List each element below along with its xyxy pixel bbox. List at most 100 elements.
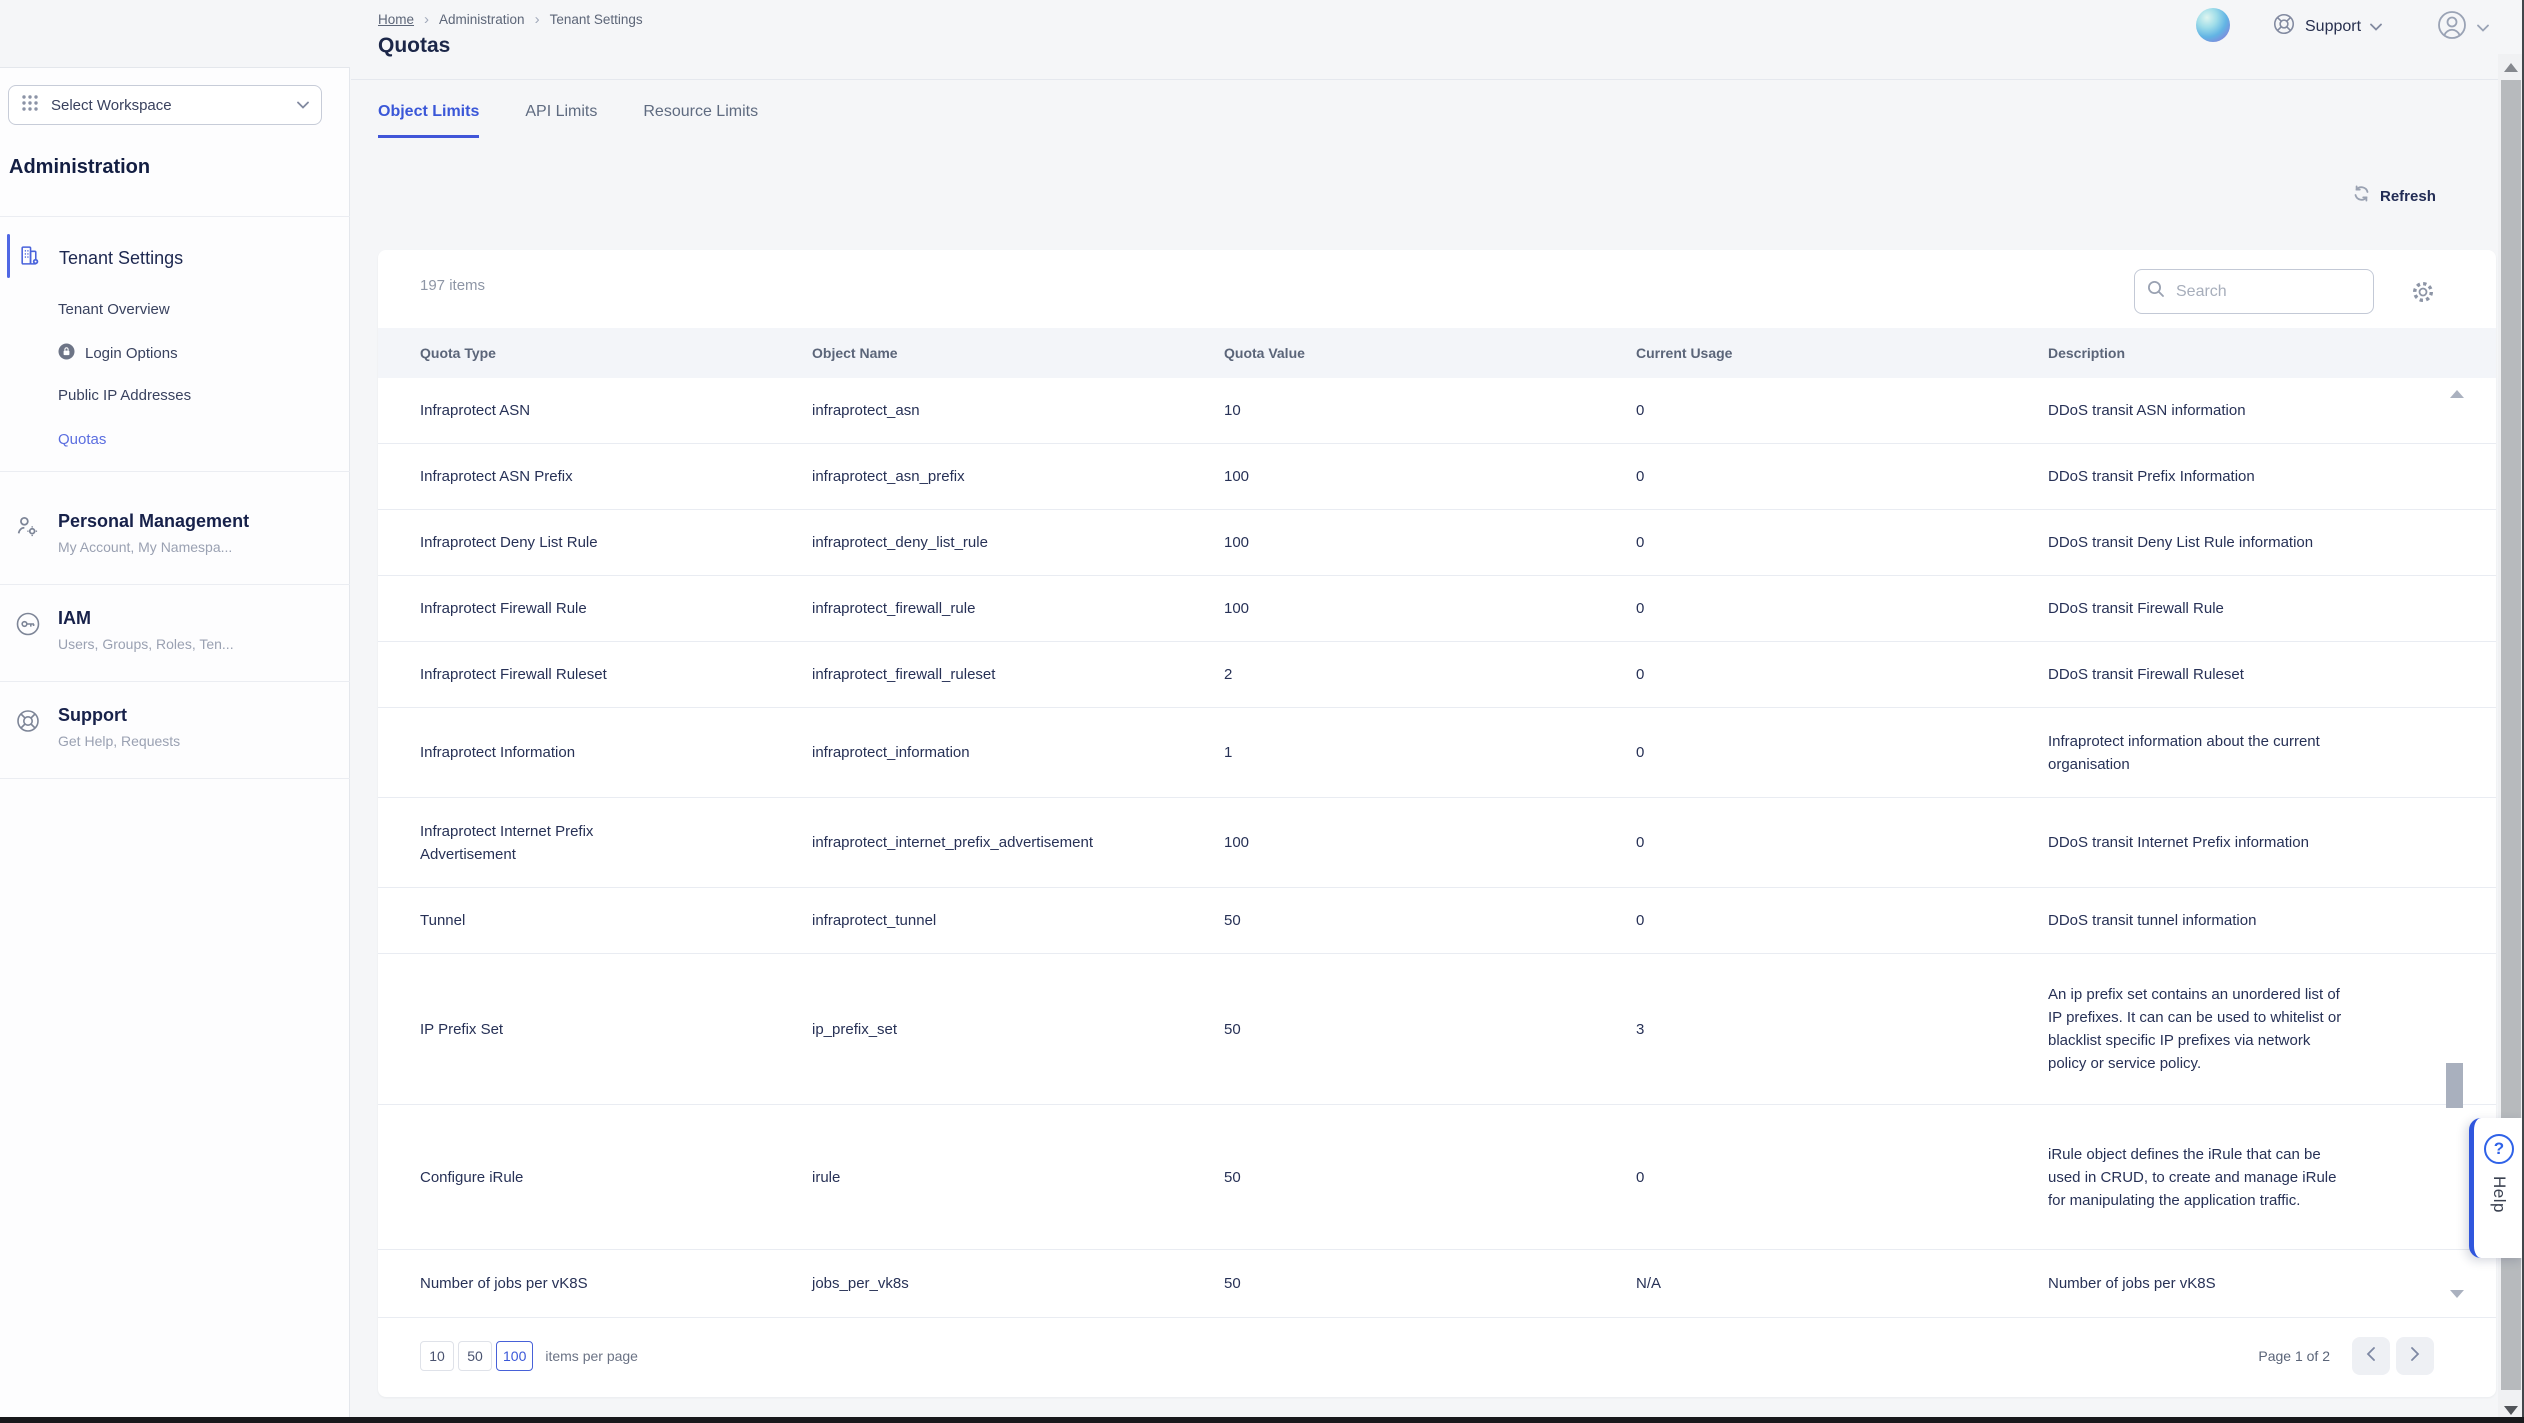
table-row[interactable]: Infraprotect Firewall Ruleset infraprote… <box>378 642 2496 708</box>
scrollbar-up-arrow[interactable] <box>2504 63 2518 72</box>
search-input[interactable] <box>2174 282 2328 302</box>
divider <box>0 778 350 779</box>
table-scrollbar-thumb[interactable] <box>2446 1063 2463 1108</box>
search-box[interactable] <box>2134 269 2374 314</box>
tab-object-limits[interactable]: Object Limits <box>378 103 479 138</box>
breadcrumb-administration: Administration <box>439 12 525 27</box>
breadcrumb: Home › Administration › Tenant Settings <box>378 12 643 27</box>
object-name-cell: irule <box>812 1166 1224 1189</box>
divider <box>0 584 350 585</box>
object-name-cell: infraprotect_deny_list_rule <box>812 531 1224 554</box>
pagination-bar: 10 50 100 items per page Page 1 of 2 <box>378 1336 2496 1376</box>
lifebuoy-icon <box>15 708 41 739</box>
page-size-50-button[interactable]: 50 <box>458 1341 492 1371</box>
divider <box>0 681 350 682</box>
column-header-description[interactable]: Description <box>2048 345 2445 361</box>
column-header-object-name[interactable]: Object Name <box>812 345 1224 361</box>
quota-type-cell: Configure iRule <box>420 1166 812 1189</box>
sidebar: Select Workspace Administration Tenant S… <box>0 67 350 1417</box>
table-row[interactable]: Infraprotect ASN infraprotect_asn 10 0 D… <box>378 378 2496 444</box>
support-menu[interactable]: Support <box>2272 12 2382 41</box>
sidebar-item-login-options[interactable]: Login Options <box>58 343 178 364</box>
quota-value-cell: 2 <box>1224 663 1636 686</box>
brand-logo[interactable] <box>2196 8 2230 42</box>
support-label: Support <box>2305 18 2361 36</box>
building-gear-icon <box>18 244 41 272</box>
table-row[interactable]: Number of jobs per vK8S jobs_per_vk8s 50… <box>378 1250 2496 1318</box>
refresh-label: Refresh <box>2380 188 2436 205</box>
account-menu[interactable] <box>2436 9 2489 46</box>
person-gear-icon <box>15 514 40 544</box>
current-usage-cell: 0 <box>1636 831 2048 854</box>
description-cell: DDoS transit Prefix Information <box>2048 465 2445 488</box>
object-name-cell: infraprotect_firewall_ruleset <box>812 663 1224 686</box>
quota-value-cell: 100 <box>1224 531 1636 554</box>
table-row[interactable]: Configure iRule irule 50 0 iRule object … <box>378 1105 2496 1250</box>
refresh-button[interactable]: Refresh <box>2352 184 2436 208</box>
table-row[interactable]: Infraprotect ASN Prefix infraprotect_asn… <box>378 444 2496 510</box>
sidebar-item-public-ip-addresses[interactable]: Public IP Addresses <box>58 387 191 404</box>
sidebar-item-iam[interactable]: IAM Users, Groups, Roles, Ten... <box>0 608 350 688</box>
object-name-cell: infraprotect_information <box>812 741 1224 764</box>
chevron-left-icon <box>2366 1347 2376 1366</box>
table-scroll-down-arrow[interactable] <box>2450 1290 2464 1298</box>
breadcrumb-separator-icon: › <box>424 12 429 27</box>
sidebar-item-label: Personal Management <box>58 511 249 532</box>
breadcrumb-home-link[interactable]: Home <box>378 12 414 27</box>
header-divider <box>351 79 2498 80</box>
quota-type-cell: IP Prefix Set <box>420 1018 812 1041</box>
help-label: Help <box>2489 1176 2509 1213</box>
table-row[interactable]: Tunnel infraprotect_tunnel 50 0 DDoS tra… <box>378 888 2496 954</box>
sidebar-item-support[interactable]: Support Get Help, Requests <box>0 705 350 785</box>
user-avatar-icon <box>2436 9 2468 46</box>
quota-value-cell: 1 <box>1224 741 1636 764</box>
workspace-selector-label: Select Workspace <box>51 97 285 114</box>
quota-value-cell: 50 <box>1224 1166 1636 1189</box>
table-row[interactable]: Infraprotect Deny List Rule infraprotect… <box>378 510 2496 576</box>
sidebar-item-label: Support <box>58 705 127 726</box>
table-row[interactable]: Infraprotect Internet Prefix Advertiseme… <box>378 798 2496 888</box>
description-cell: DDoS transit Internet Prefix information <box>2048 831 2445 854</box>
quota-value-cell: 100 <box>1224 597 1636 620</box>
next-page-button[interactable] <box>2396 1337 2434 1375</box>
table-header-row: Quota Type Object Name Quota Value Curre… <box>378 328 2496 378</box>
previous-page-button[interactable] <box>2352 1337 2390 1375</box>
help-tab[interactable]: ? Help <box>2469 1118 2524 1258</box>
object-name-cell: infraprotect_asn_prefix <box>812 465 1224 488</box>
app-window: Home › Administration › Tenant Settings … <box>0 0 2524 1423</box>
table-row[interactable]: Infraprotect Firewall Rule infraprotect_… <box>378 576 2496 642</box>
items-count: 197 items <box>420 277 485 294</box>
column-header-current-usage[interactable]: Current Usage <box>1636 345 2048 361</box>
column-header-quota-type[interactable]: Quota Type <box>420 345 812 361</box>
tab-api-limits[interactable]: API Limits <box>525 103 597 138</box>
current-usage-cell: 0 <box>1636 399 2048 422</box>
sidebar-item-tenant-overview[interactable]: Tenant Overview <box>58 301 170 318</box>
taskbar-edge <box>0 1417 2524 1423</box>
chevron-down-icon <box>2477 19 2489 37</box>
refresh-icon <box>2352 184 2371 208</box>
sidebar-item-tenant-settings[interactable]: Tenant Settings <box>18 244 183 272</box>
gear-icon[interactable] <box>2410 279 2436 310</box>
sidebar-item-quotas[interactable]: Quotas <box>58 431 106 448</box>
page-status: Page 1 of 2 <box>2258 1348 2330 1364</box>
chevron-down-icon <box>297 96 309 114</box>
quota-type-cell: Number of jobs per vK8S <box>420 1272 812 1295</box>
table-row[interactable]: IP Prefix Set ip_prefix_set 50 3 An ip p… <box>378 954 2496 1105</box>
page-size-10-button[interactable]: 10 <box>420 1341 454 1371</box>
sidebar-item-label: Login Options <box>85 345 178 362</box>
page-size-100-button[interactable]: 100 <box>496 1341 533 1371</box>
sidebar-section-heading: Administration <box>9 156 150 179</box>
table-scroll-up-arrow[interactable] <box>2450 390 2464 398</box>
sidebar-item-personal-management[interactable]: Personal Management My Account, My Names… <box>0 511 350 591</box>
breadcrumb-tenant-settings: Tenant Settings <box>550 12 643 27</box>
quota-value-cell: 50 <box>1224 1272 1636 1295</box>
column-header-quota-value[interactable]: Quota Value <box>1224 345 1636 361</box>
search-icon <box>2147 280 2165 303</box>
divider <box>0 471 350 472</box>
workspace-selector[interactable]: Select Workspace <box>8 85 322 125</box>
quota-value-cell: 10 <box>1224 399 1636 422</box>
quota-type-cell: Infraprotect Internet Prefix Advertiseme… <box>420 820 812 866</box>
scrollbar-down-arrow[interactable] <box>2504 1406 2518 1415</box>
table-row[interactable]: Infraprotect Information infraprotect_in… <box>378 708 2496 798</box>
tab-resource-limits[interactable]: Resource Limits <box>643 103 758 138</box>
